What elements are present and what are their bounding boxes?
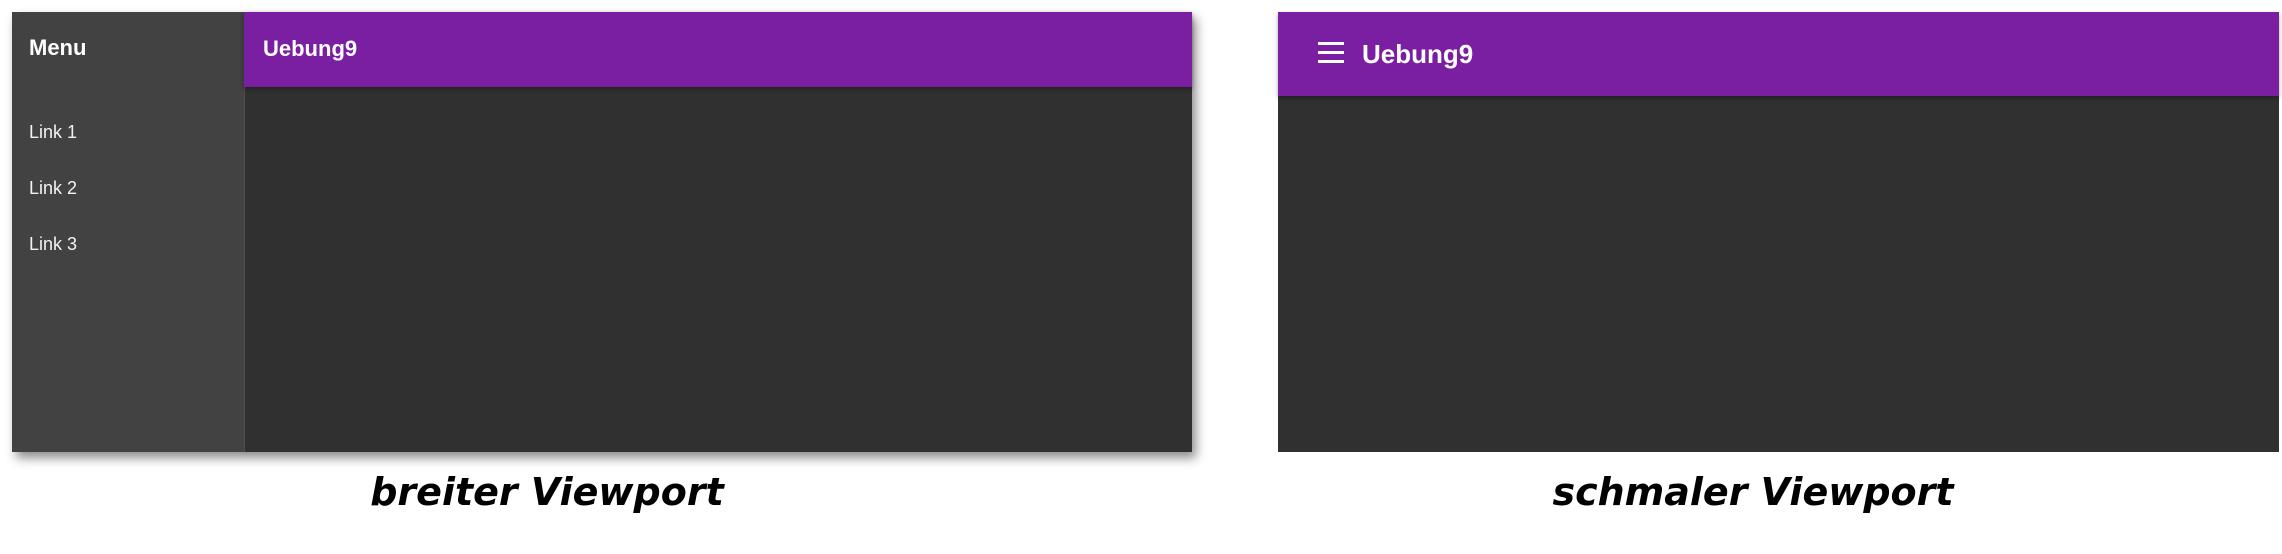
top-toolbar: Uebung9 [244,12,1192,87]
narrow-viewport-app: Uebung9 [1278,12,2279,452]
sidenav-title: Menu [29,35,87,60]
caption-wide-viewport: breiter Viewport [370,470,724,514]
sidenav-link-3[interactable]: Link 3 [29,234,77,255]
app-title: Uebung9 [1362,39,1474,69]
wide-viewport-app: Menu Link 1 Link 2 Link 3 Uebung9 [12,12,1192,452]
hamburger-menu-icon[interactable] [1318,42,1344,66]
sidenav-link-1[interactable]: Link 1 [29,122,77,143]
sidenav: Menu Link 1 Link 2 Link 3 [12,12,245,452]
top-toolbar: Uebung9 [1278,12,2279,96]
app-title: Uebung9 [263,36,358,61]
sidenav-link-2[interactable]: Link 2 [29,178,77,199]
caption-narrow-viewport: schmaler Viewport [1552,470,1954,514]
